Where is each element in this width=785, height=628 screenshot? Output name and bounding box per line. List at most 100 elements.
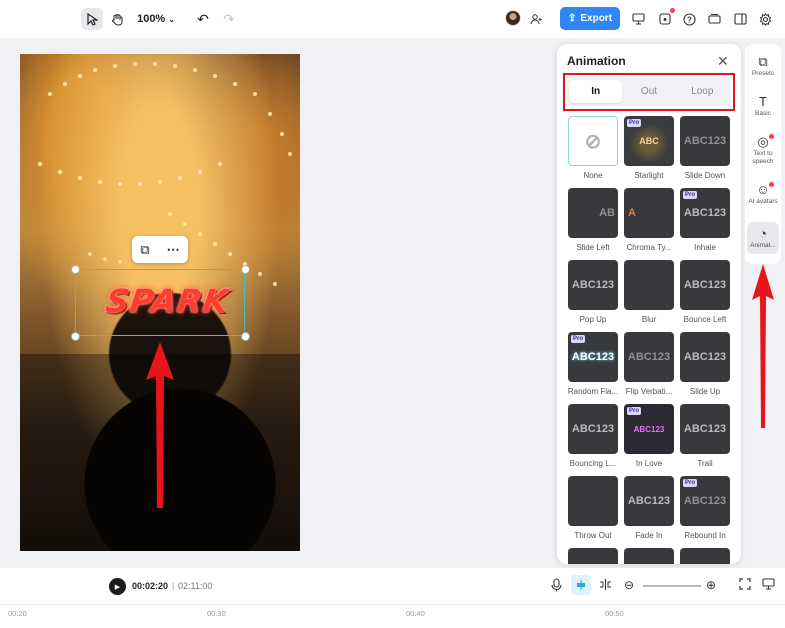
thumbnail-text: ABC123	[683, 279, 727, 291]
animation-label: Slide Left	[576, 243, 610, 252]
animation-option[interactable]: ABC123 Slide Up	[680, 332, 730, 396]
layout-toggle-icon[interactable]	[732, 8, 748, 30]
animation-thumbnail: ABC123	[568, 404, 618, 454]
animation-thumbnail	[680, 548, 730, 564]
settings-gear-icon[interactable]	[757, 8, 773, 30]
animation-option[interactable]: ABC123 Pro Rebound In	[680, 476, 730, 540]
sidebar-item-animat[interactable]: ◔ Animat...	[747, 222, 779, 254]
tab-loop[interactable]: Loop	[676, 80, 729, 103]
animation-label: Inhale	[694, 243, 716, 252]
tab-out[interactable]: Out	[622, 80, 675, 103]
sidebar-item-presets[interactable]: ⧉ Presets	[745, 50, 781, 82]
animation-option[interactable]	[624, 548, 674, 564]
animation-thumbnail: ABC123	[680, 404, 730, 454]
tab-in[interactable]: In	[569, 80, 623, 103]
sidebar-item-label: AI avatars	[748, 198, 778, 205]
animation-option[interactable]	[568, 548, 618, 564]
preview-monitor-icon[interactable]	[762, 578, 775, 593]
timeline-ruler[interactable]: 00:20 00:30 00:40 00:50	[0, 604, 785, 628]
thumbnail-text: ABC123	[683, 135, 727, 147]
spark-text-layer[interactable]: SPARK	[103, 282, 231, 320]
animation-option[interactable]: ABC123 Slide Down	[680, 116, 730, 180]
animation-thumbnail: ABC Pro	[624, 116, 674, 166]
select-tool-icon[interactable]	[81, 8, 103, 30]
presets-icon: ⧉	[758, 54, 768, 69]
resize-handle-bottom-right[interactable]	[241, 332, 250, 341]
animation-option[interactable]: AB Slide Left	[568, 188, 618, 252]
total-time: 02:11:00	[178, 581, 213, 591]
avatar[interactable]	[505, 10, 521, 26]
animation-option[interactable]: ABC123 Flip Verbati...	[624, 332, 674, 396]
sidebar-item-label: Text to speech	[752, 150, 774, 165]
animation-option[interactable]: ⊘ None	[568, 116, 618, 180]
animation-thumbnail: ABC123 Pro	[680, 476, 730, 526]
sidebar-item-label: Presets	[751, 70, 775, 77]
right-sidebar: ⧉ Presets T Basic ◎ Text to speech ☺ AI avatars…	[745, 44, 781, 264]
sidebar-item-text-to-speech[interactable]: ◎ Text to speech	[745, 130, 781, 170]
duplicate-icon[interactable]: ⧉	[140, 242, 149, 258]
animation-thumbnail: A	[624, 188, 674, 238]
animation-option[interactable]: ABC123 Pro Inhale	[680, 188, 730, 252]
svg-text:?: ?	[687, 15, 692, 24]
keyboard-shortcuts-icon[interactable]	[706, 8, 722, 30]
animation-label: Bouncing L...	[569, 459, 617, 468]
animation-option[interactable]: ABC123 Pop Up	[568, 260, 618, 324]
none-icon: ⊘	[584, 130, 602, 153]
notification-dot	[769, 182, 774, 187]
resize-handle-bottom-left[interactable]	[71, 332, 80, 341]
zoom-dropdown[interactable]: 100% ⌄	[135, 8, 177, 30]
current-time: 00:02:20	[132, 581, 169, 591]
animation-option[interactable]: ABC Pro Starlight	[624, 116, 674, 180]
animation-thumbnail: ABC123	[680, 116, 730, 166]
ruler-tick: 00:20	[8, 609, 27, 618]
auto-snap-icon[interactable]	[571, 575, 591, 595]
redo-icon[interactable]: ↷	[219, 8, 239, 30]
zoom-slider[interactable]	[643, 585, 701, 587]
animation-label: None	[583, 171, 603, 180]
sidebar-item-ai-avatars[interactable]: ☺ AI avatars	[745, 178, 781, 210]
thumbnail-text: ABC123	[571, 279, 615, 291]
split-icon[interactable]	[599, 578, 612, 594]
time-separator: |	[172, 581, 175, 591]
close-icon[interactable]: ✕	[717, 53, 729, 70]
thumbnail-text: ABC	[639, 136, 659, 146]
more-options-icon[interactable]: ⋯	[167, 242, 180, 258]
animation-label: In Love	[635, 459, 663, 468]
thumbnail-text: AB	[599, 207, 615, 219]
sidebar-item-basic[interactable]: T Basic	[745, 90, 781, 122]
animation-option[interactable]: ABC123 Pro Random Fla...	[568, 332, 618, 396]
animation-thumbnail: ABC123	[680, 332, 730, 382]
animation-option[interactable]: A Chroma Ty...	[624, 188, 674, 252]
resize-handle-top-right[interactable]	[241, 265, 250, 274]
animation-thumbnail: AB	[568, 188, 618, 238]
play-button[interactable]: ▶	[109, 578, 126, 595]
microphone-icon[interactable]	[551, 578, 562, 595]
ruler-tick: 00:40	[406, 609, 425, 618]
animation-option[interactable]: ABC123 Trail	[680, 404, 730, 468]
hand-tool-icon[interactable]	[106, 8, 128, 30]
zoom-out-icon[interactable]: ⊖	[624, 578, 634, 592]
help-icon[interactable]: ?	[681, 8, 697, 30]
present-icon[interactable]	[630, 8, 646, 30]
undo-icon[interactable]: ↶	[193, 8, 213, 30]
animation-label: Throw Out	[574, 531, 612, 540]
pro-badge: Pro	[683, 479, 698, 487]
animation-option[interactable]: ABC123 Bounce Left	[680, 260, 730, 324]
resize-handle-top-left[interactable]	[71, 265, 80, 274]
thumbnail-text: ABC123	[683, 495, 727, 507]
animation-option[interactable]	[680, 548, 730, 564]
export-button[interactable]: ⇪ Export	[560, 7, 620, 30]
panel-title: Animation	[567, 54, 626, 68]
notification-dot	[670, 8, 675, 13]
animation-option[interactable]: ABC123 Pro In Love	[624, 404, 674, 468]
animation-label: Starlight	[634, 171, 664, 180]
add-collaborator-icon[interactable]	[527, 8, 545, 30]
animation-option[interactable]: Blur	[624, 260, 674, 324]
sidebar-item-label: Animat...	[750, 242, 776, 249]
animation-option[interactable]: ABC123 Bouncing L...	[568, 404, 618, 468]
animation-option[interactable]: ABC123 Fade In	[624, 476, 674, 540]
zoom-in-icon[interactable]: ⊕	[706, 578, 716, 592]
fullscreen-icon[interactable]	[739, 578, 751, 593]
annotation-arrow-up-icon	[752, 264, 774, 428]
animation-option[interactable]: Throw Out	[568, 476, 618, 540]
